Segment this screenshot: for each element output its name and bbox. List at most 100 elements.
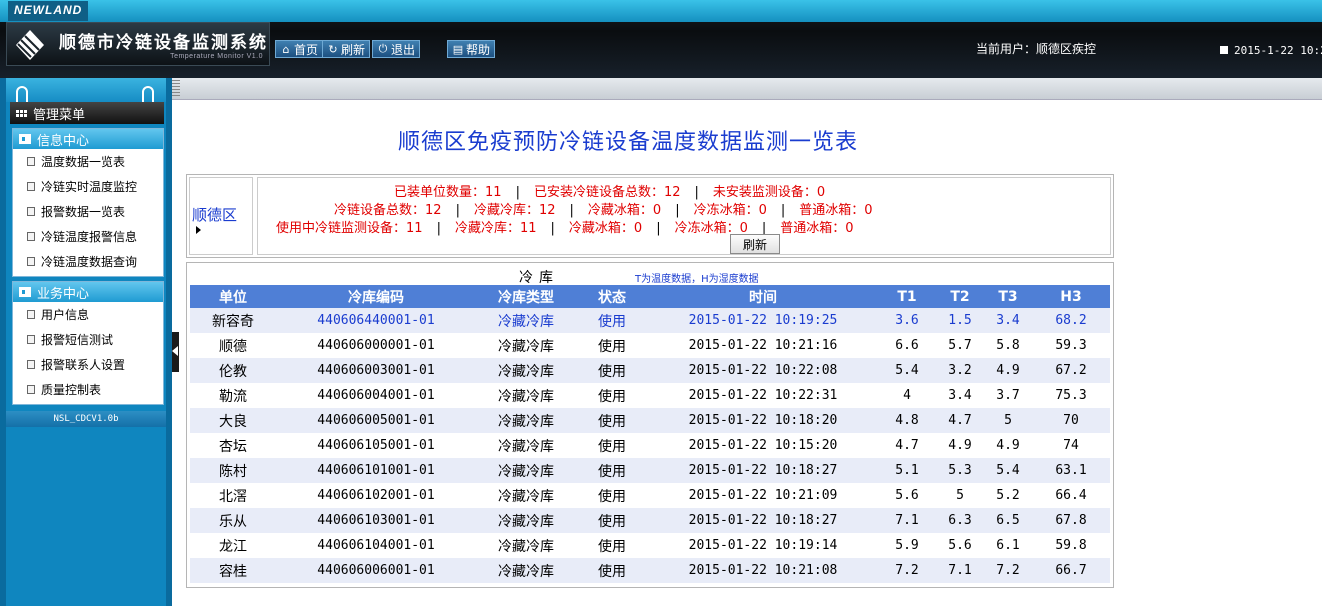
fridge-value: 0 bbox=[652, 203, 662, 218]
sidebar-item-data-query[interactable]: 冷链温度数据查询 bbox=[13, 249, 163, 274]
type-cell: 冷藏冷库 bbox=[476, 483, 576, 508]
info-center-title: 信息中心 bbox=[37, 133, 90, 149]
sidebar-item-quality-control[interactable]: 质量控制表 bbox=[13, 377, 163, 402]
t2-cell: 5 bbox=[936, 483, 984, 508]
status-cell: 使用 bbox=[576, 483, 648, 508]
unit-cell: 容桂 bbox=[190, 558, 276, 583]
table-row[interactable]: 陈村 440606101001-01 冷藏冷库 使用 2015-01-22 10:18:… bbox=[190, 458, 1110, 483]
t3-cell: 3.4 bbox=[984, 308, 1032, 333]
app-logo-icon bbox=[16, 30, 44, 60]
business-center-header[interactable]: 业务中心 bbox=[13, 282, 163, 302]
table-caption-row: 冷库 T为温度数据，H为湿度数据 bbox=[187, 265, 1113, 286]
unit-cell: 大良 bbox=[190, 408, 276, 433]
document-icon bbox=[27, 207, 35, 216]
status-cell: 使用 bbox=[576, 558, 648, 583]
table-row[interactable]: 大良 440606005001-01 冷藏冷库 使用 2015-01-22 10:18:… bbox=[190, 408, 1110, 433]
table-row[interactable]: 龙江 440606104001-01 冷藏冷库 使用 2015-01-22 10:19:… bbox=[190, 533, 1110, 558]
table-row[interactable]: 勒流 440606004001-01 冷藏冷库 使用 2015-01-22 10:22:… bbox=[190, 383, 1110, 408]
t3-cell: 5 bbox=[984, 408, 1032, 433]
sidebar-item-label: 质量控制表 bbox=[41, 383, 102, 397]
home-button[interactable]: ⌂ 首页 bbox=[275, 40, 324, 58]
top-header: NEWLAND 顺德市冷链设备监测系统 Temperature Monitor … bbox=[0, 0, 1322, 78]
refresh-top-button[interactable]: ↻ 刷新 bbox=[322, 40, 371, 58]
t3-cell: 6.1 bbox=[984, 533, 1032, 558]
in-use-value: 11 bbox=[406, 221, 423, 236]
unit-cell: 伦教 bbox=[190, 358, 276, 383]
installed-devices-label: 已安装冷链设备总数： bbox=[533, 185, 664, 200]
sidebar-item-sms-test[interactable]: 报警短信测试 bbox=[13, 327, 163, 352]
table-row[interactable]: 顺德 440606000001-01 冷藏冷库 使用 2015-01-22 10:21:… bbox=[190, 333, 1110, 358]
t3-cell: 5.8 bbox=[984, 333, 1032, 358]
code-cell: 440606101001-01 bbox=[276, 458, 476, 483]
sidebar-item-label: 报警短信测试 bbox=[41, 333, 114, 347]
t2-cell: 6.3 bbox=[936, 508, 984, 533]
in-use-label: 使用中冷链监测设备： bbox=[276, 221, 407, 236]
sidebar-collapse-handle[interactable] bbox=[172, 332, 179, 372]
sidebar-item-label: 用户信息 bbox=[41, 308, 90, 322]
home-icon: ⌂ bbox=[282, 42, 290, 56]
table-row[interactable]: 新容奇 440606440001-01 冷藏冷库 使用 2015-01-22 10:19… bbox=[190, 308, 1110, 333]
logout-label: 退出 bbox=[391, 42, 416, 57]
in-use-cold-storage-label: 冷藏冷库： bbox=[454, 221, 520, 236]
refresh-button[interactable]: 刷新 bbox=[730, 234, 780, 254]
sidebar-item-alarm-overview[interactable]: 报警数据一览表 bbox=[13, 199, 163, 224]
col-t1-header: T1 bbox=[878, 285, 936, 308]
t1-cell: 5.6 bbox=[878, 483, 936, 508]
code-cell: 440606102001-01 bbox=[276, 483, 476, 508]
col-unit-header: 单位 bbox=[190, 285, 276, 308]
h3-cell: 67.8 bbox=[1032, 508, 1110, 533]
table-row[interactable]: 乐从 440606103001-01 冷藏冷库 使用 2015-01-22 10:18:… bbox=[190, 508, 1110, 533]
sidebar-item-user-info[interactable]: 用户信息 bbox=[13, 302, 163, 327]
refresh-icon: ↻ bbox=[328, 42, 338, 56]
document-icon bbox=[27, 385, 35, 394]
col-time-header: 时间 bbox=[648, 285, 878, 308]
brand-strip: NEWLAND bbox=[0, 0, 1322, 22]
table-row[interactable]: 北滘 440606102001-01 冷藏冷库 使用 2015-01-22 10:21:… bbox=[190, 483, 1110, 508]
home-label: 首页 bbox=[294, 42, 319, 57]
code-cell: 440606440001-01 bbox=[276, 308, 476, 333]
separator: | bbox=[780, 203, 786, 218]
sidebar-item-label: 冷链实时温度监控 bbox=[41, 180, 138, 194]
type-cell: 冷藏冷库 bbox=[476, 508, 576, 533]
installed-units-label: 已装单位数量： bbox=[394, 185, 486, 200]
help-button[interactable]: ▤ 帮助 bbox=[447, 40, 496, 58]
col-t2-header: T2 bbox=[936, 285, 984, 308]
menu-grid-icon bbox=[16, 109, 27, 117]
page-title: 顺德区免疫预防冷链设备温度数据监测一览表 bbox=[398, 130, 859, 155]
status-cell: 使用 bbox=[576, 308, 648, 333]
t2-cell: 3.4 bbox=[936, 383, 984, 408]
table-body: 新容奇 440606440001-01 冷藏冷库 使用 2015-01-22 10:19… bbox=[190, 308, 1110, 583]
t3-cell: 6.5 bbox=[984, 508, 1032, 533]
info-center-header[interactable]: 信息中心 bbox=[13, 129, 163, 149]
t2-cell: 3.2 bbox=[936, 358, 984, 383]
table-caption: 冷库 bbox=[519, 270, 559, 286]
table-row[interactable]: 容桂 440606006001-01 冷藏冷库 使用 2015-01-22 10:21:… bbox=[190, 558, 1110, 583]
sidebar-item-alarm-contacts[interactable]: 报警联系人设置 bbox=[13, 352, 163, 377]
table-row[interactable]: 伦教 440606003001-01 冷藏冷库 使用 2015-01-22 10:22:… bbox=[190, 358, 1110, 383]
h3-cell: 66.7 bbox=[1032, 558, 1110, 583]
sidebar-item-alarm-info[interactable]: 冷链温度报警信息 bbox=[13, 224, 163, 249]
manage-menu-label: 管理菜单 bbox=[33, 107, 86, 123]
district-selector[interactable]: 顺德区 bbox=[189, 177, 253, 255]
installed-units-value: 11 bbox=[485, 185, 502, 200]
app-logo-panel: 顺德市冷链设备监测系统 Temperature Monitor V1.0 bbox=[6, 22, 270, 66]
sidebar-item-label: 报警数据一览表 bbox=[41, 205, 126, 219]
t3-cell: 4.9 bbox=[984, 433, 1032, 458]
table-row[interactable]: 杏坛 440606105001-01 冷藏冷库 使用 2015-01-22 10:15:… bbox=[190, 433, 1110, 458]
stats-line-1: 已装单位数量：11 | 已安装冷链设备总数：12 | 未安装监测设备：0 bbox=[394, 181, 825, 200]
col-status-header: 状态 bbox=[576, 285, 648, 308]
data-table-panel: 冷库 T为温度数据，H为湿度数据 单位 冷库编码 冷库类型 状态 时间 T1 T2 T3 H3 … bbox=[186, 262, 1114, 588]
sidebar-item-realtime-monitor[interactable]: 冷链实时温度监控 bbox=[13, 174, 163, 199]
info-center-panel: 信息中心 温度数据一览表 冷链实时温度监控 报警数据一览表 冷链温度报警信息 冷… bbox=[12, 128, 164, 277]
code-cell: 440606004001-01 bbox=[276, 383, 476, 408]
logout-button[interactable]: ⏻ 退出 bbox=[372, 40, 421, 58]
type-cell: 冷藏冷库 bbox=[476, 433, 576, 458]
h3-cell: 75.3 bbox=[1032, 383, 1110, 408]
expand-arrow-icon bbox=[196, 226, 201, 234]
t3-cell: 7.2 bbox=[984, 558, 1032, 583]
code-cell: 440606104001-01 bbox=[276, 533, 476, 558]
status-cell: 使用 bbox=[576, 533, 648, 558]
sidebar-item-temperature-overview[interactable]: 温度数据一览表 bbox=[13, 149, 163, 174]
document-icon bbox=[27, 360, 35, 369]
status-cell: 使用 bbox=[576, 458, 648, 483]
